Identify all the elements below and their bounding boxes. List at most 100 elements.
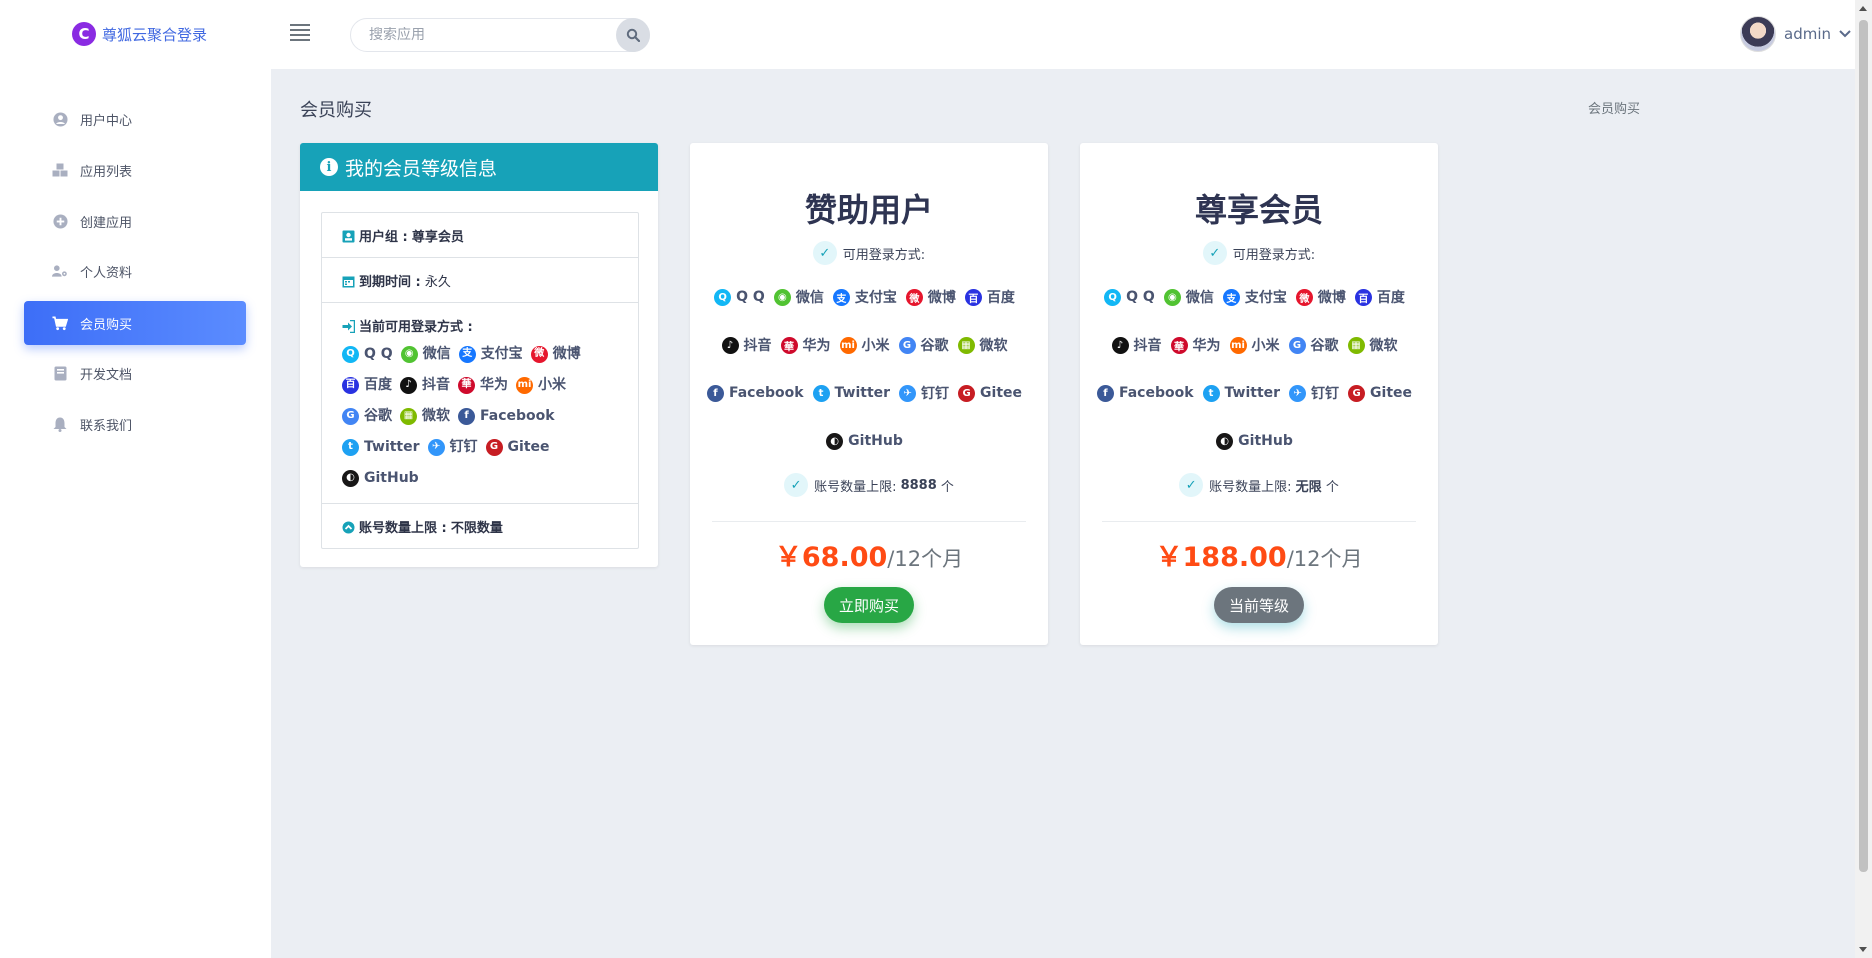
sidebar-item-label: 应用列表 bbox=[80, 164, 133, 180]
sidebar-item-label: 用户中心 bbox=[80, 113, 133, 129]
scroll-thumb[interactable] bbox=[1859, 20, 1868, 872]
user-menu[interactable]: admin bbox=[1740, 16, 1851, 52]
login-methods-row: QQ Q ◉ 微信支支付宝微微博百百度 bbox=[704, 273, 1034, 321]
login-method-qq: QQ Q bbox=[342, 339, 393, 369]
plan-name: 尊享会员 bbox=[1194, 191, 1323, 229]
microsoft-icon: ▦ bbox=[400, 407, 417, 425]
breadcrumb[interactable]: 会员购买 bbox=[1480, 98, 1640, 117]
scroll-down-arrow-icon[interactable] bbox=[1859, 947, 1867, 952]
login-method-douyin: ♪ 抖音 bbox=[400, 370, 450, 400]
expire-value: 永久 bbox=[424, 275, 451, 290]
login-method-label: 抖音 bbox=[743, 338, 772, 354]
login-method-facebook: f Facebook bbox=[1096, 384, 1194, 402]
cubes-icon bbox=[52, 162, 68, 178]
sidebar-item-app-list[interactable]: 应用列表 bbox=[24, 148, 246, 192]
login-methods-row: ♪ 抖音華华为 mi 小米 G 谷歌 ▦ 微软 bbox=[704, 321, 1034, 369]
login-method-label: 微软 bbox=[979, 338, 1008, 354]
login-method-label: 支付宝 bbox=[1244, 290, 1287, 306]
info-row-logins: 当前可用登录方式 : QQ Q ◉ 微信支支付宝微微博百百度 ♪ 抖音華华为 mi 小米 G 谷… bbox=[322, 303, 638, 504]
weibo-icon: 微 bbox=[530, 345, 548, 363]
login-method-github: ◐ GitHub bbox=[342, 463, 419, 493]
xiaomi-icon: mi bbox=[516, 376, 533, 394]
scrollbar[interactable] bbox=[1855, 0, 1872, 958]
login-method-facebook: f Facebook bbox=[706, 384, 804, 402]
plan-logins-label: 可用登录方式: bbox=[842, 247, 926, 263]
douyin-icon: ♪ bbox=[721, 336, 739, 354]
sidebar-item-membership[interactable]: 会员购买 bbox=[24, 301, 246, 345]
login-method-label: 微博 bbox=[927, 290, 956, 306]
login-method-label: 小米 bbox=[1251, 338, 1280, 354]
user-badge-icon bbox=[342, 230, 355, 243]
login-method-baidu: 百百度 bbox=[964, 287, 1015, 307]
login-method-gitee: G Gitee bbox=[1348, 384, 1412, 402]
sidebar-item-docs[interactable]: 开发文档 bbox=[24, 351, 246, 395]
login-method-twitter: t Twitter bbox=[1202, 384, 1280, 402]
plan-logins-heading: ✓ 可用登录方式: bbox=[690, 241, 1048, 265]
login-method-wechat: ◉ 微信 bbox=[773, 287, 824, 307]
login-methods-row: ♪ 抖音華华为 mi 小米 G 谷歌 ▦ 微软 bbox=[1094, 321, 1424, 369]
alipay-icon: 支 bbox=[1222, 288, 1240, 306]
plan-limit: ✓ 账号数量上限: 8888 个 bbox=[690, 473, 1048, 497]
google-icon: G bbox=[1288, 336, 1306, 354]
price-amount: ￥188.00 bbox=[1155, 542, 1287, 573]
gitee-icon: G bbox=[1348, 384, 1366, 402]
login-method-baidu: 百百度 bbox=[342, 370, 392, 400]
plan-logins-label: 可用登录方式: bbox=[1232, 247, 1316, 263]
login-method-label: 钉钉 bbox=[449, 439, 478, 455]
page-title: 会员购买 bbox=[300, 100, 372, 121]
search-input[interactable] bbox=[369, 27, 609, 43]
sidebar-item-create-app[interactable]: 创建应用 bbox=[24, 199, 246, 243]
scroll-up-arrow-icon[interactable] bbox=[1859, 6, 1867, 11]
chevron-down-icon bbox=[1839, 30, 1851, 38]
sidebar-item-label: 会员购买 bbox=[80, 317, 133, 333]
login-method-label: Facebook bbox=[728, 385, 804, 401]
login-method-xiaomi: mi 小米 bbox=[839, 335, 890, 355]
login-method-dingtalk: ✈ 钉钉 bbox=[427, 432, 478, 462]
login-method-baidu: 百百度 bbox=[1354, 287, 1405, 307]
login-method-twitter: t Twitter bbox=[342, 432, 420, 462]
plan-name: 赞助用户 bbox=[804, 191, 933, 229]
login-method-github: ◐ GitHub bbox=[826, 432, 903, 450]
info-row-limit: 账号数量上限 : 不限数量 bbox=[322, 504, 638, 548]
login-method-xiaomi: mi 小米 bbox=[1229, 335, 1280, 355]
menu-toggle-icon[interactable] bbox=[290, 24, 310, 42]
sidebar-item-label: 创建应用 bbox=[80, 215, 133, 231]
twitter-icon: t bbox=[342, 438, 359, 456]
search-button[interactable] bbox=[616, 18, 650, 52]
login-method-alipay: 支支付宝 bbox=[1222, 287, 1287, 307]
price-amount: ￥68.00 bbox=[774, 542, 888, 573]
sidebar-item-label: 开发文档 bbox=[80, 367, 133, 383]
douyin-icon: ♪ bbox=[1111, 336, 1129, 354]
login-method-label: 谷歌 bbox=[1310, 338, 1339, 354]
twitter-icon: t bbox=[812, 384, 830, 402]
sidebar-item-contact[interactable]: 联系我们 bbox=[24, 402, 246, 446]
login-method-label: 微软 bbox=[1369, 338, 1398, 354]
baidu-icon: 百 bbox=[964, 288, 982, 306]
login-method-weibo: 微微博 bbox=[905, 287, 956, 307]
facebook-icon: f bbox=[706, 384, 724, 402]
buy-now-button[interactable]: 立即购买 bbox=[824, 587, 914, 623]
twitter-icon: t bbox=[1202, 384, 1220, 402]
sidebar-item-user-center[interactable]: 用户中心 bbox=[24, 97, 246, 141]
sidebar-item-profile[interactable]: 个人资料 bbox=[24, 249, 246, 293]
top-bar: C 尊狐云聚合登录 admin bbox=[0, 0, 1855, 69]
login-method-label: GitHub bbox=[848, 433, 903, 449]
alipay-icon: 支 bbox=[458, 345, 476, 363]
membership-info-card: i 我的会员等级信息 用户组 : 尊享会员 到期时间 : 永久 当前可用登录方式… bbox=[300, 143, 658, 567]
login-method-douyin: ♪ 抖音 bbox=[1111, 335, 1162, 355]
login-method-label: 华为 bbox=[480, 377, 508, 393]
book-icon bbox=[52, 365, 68, 381]
expire-label: 到期时间 : bbox=[359, 275, 421, 290]
login-method-microsoft: ▦ 微软 bbox=[957, 335, 1008, 355]
login-method-alipay: 支支付宝 bbox=[832, 287, 897, 307]
current-level-button[interactable]: 当前等级 bbox=[1214, 587, 1304, 623]
huawei-icon: 華 bbox=[780, 336, 798, 354]
check-icon: ✓ bbox=[1179, 473, 1204, 497]
app-logo[interactable]: C 尊狐云聚合登录 bbox=[72, 22, 207, 46]
limit-label: 账号数量上限 : bbox=[359, 521, 447, 536]
check-icon: ✓ bbox=[1202, 241, 1227, 265]
info-icon: i bbox=[320, 158, 338, 176]
user-gear-icon bbox=[52, 263, 68, 279]
microsoft-icon: ▦ bbox=[957, 336, 975, 354]
login-method-label: 华为 bbox=[1192, 338, 1221, 354]
